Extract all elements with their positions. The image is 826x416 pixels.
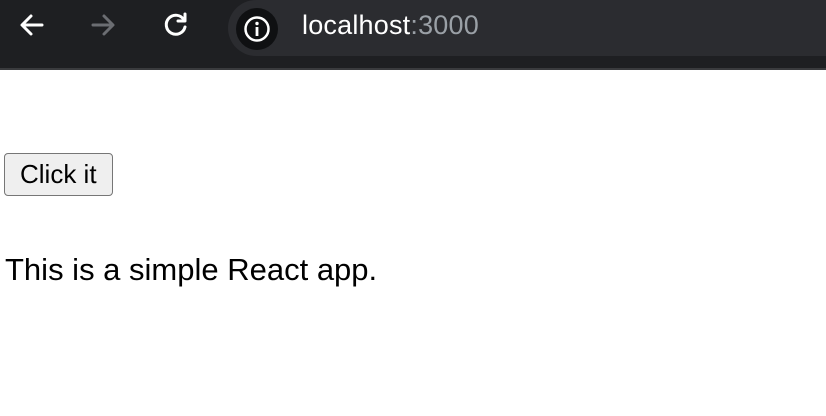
- url-port: :3000: [410, 10, 479, 40]
- arrow-right-icon: [91, 14, 115, 36]
- page-text: This is a simple React app.: [5, 252, 378, 287]
- page-content: Click it This is a simple React app.: [0, 72, 826, 416]
- reload-icon: [164, 12, 187, 36]
- address-bar[interactable]: localhost:3000: [228, 0, 826, 56]
- forward-button[interactable]: [88, 10, 118, 40]
- browser-toolbar: localhost:3000: [0, 0, 826, 70]
- url-host: localhost: [302, 10, 411, 40]
- arrow-left-icon: [20, 14, 44, 36]
- reload-button[interactable]: [161, 10, 191, 40]
- back-button[interactable]: [17, 10, 47, 40]
- url-text[interactable]: localhost:3000: [302, 0, 479, 50]
- info-icon: [244, 16, 270, 42]
- click-it-button[interactable]: Click it: [4, 153, 113, 196]
- site-info-button[interactable]: [236, 8, 278, 50]
